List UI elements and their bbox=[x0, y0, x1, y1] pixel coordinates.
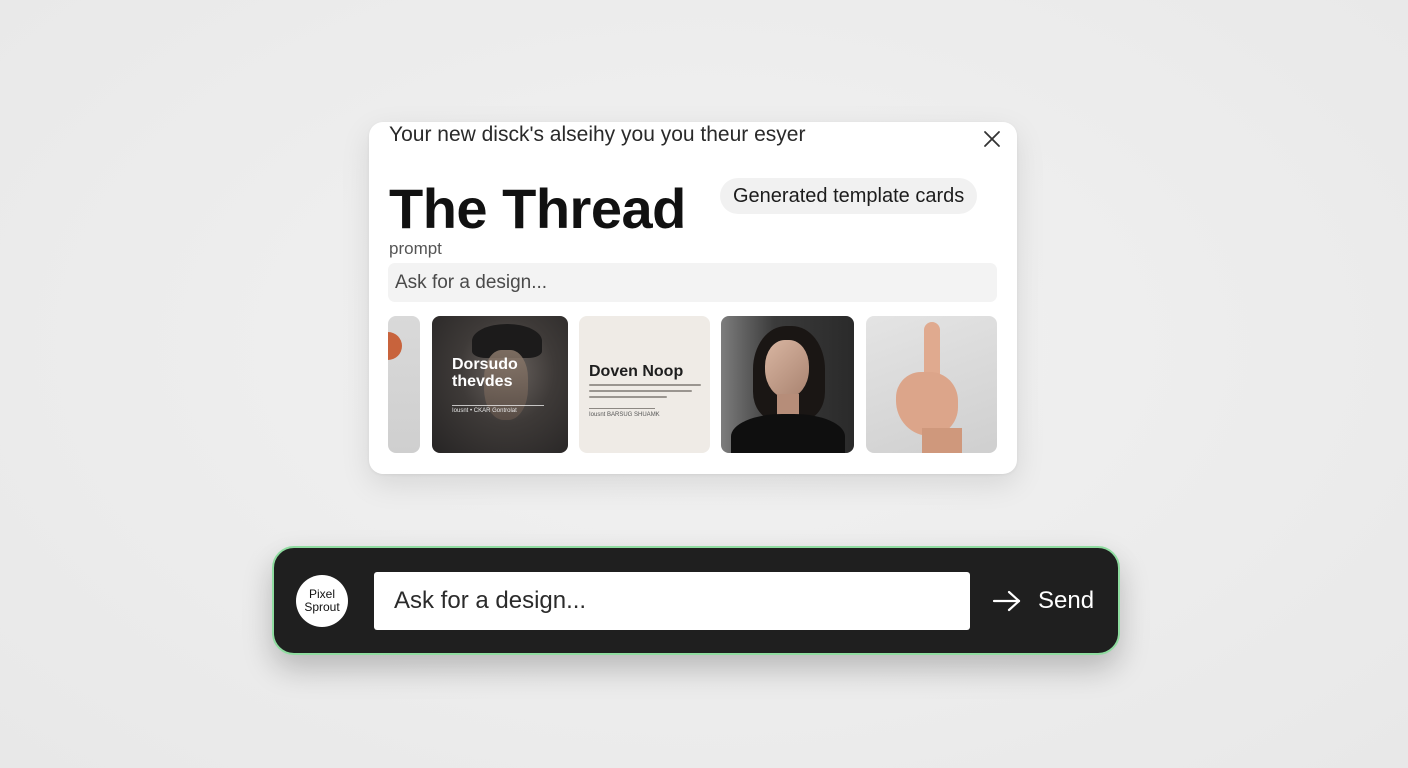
template-card-subtext: Iousnt BARSUG SHUAMK bbox=[589, 412, 660, 418]
canvas: Your new disck's alseihy you you theur e… bbox=[0, 0, 1408, 768]
divider bbox=[452, 405, 544, 406]
popup-title: The Thread bbox=[389, 177, 686, 240]
template-card-portrait[interactable] bbox=[721, 316, 854, 453]
portrait-neck bbox=[777, 394, 799, 416]
design-prompt-input[interactable] bbox=[374, 572, 970, 630]
wrist-graphic bbox=[922, 428, 962, 453]
template-card-hat-portrait[interactable]: Dorsudo thevdes Iousnt • CKAR Gontrolat bbox=[432, 316, 568, 453]
close-icon bbox=[984, 131, 1000, 147]
arrow-right-icon bbox=[992, 590, 1021, 612]
portrait-body bbox=[731, 414, 845, 453]
pixel-sprout-logo: Pixel Sprout bbox=[296, 575, 348, 627]
divider bbox=[589, 408, 655, 409]
template-card-heading: Doven Noop bbox=[589, 363, 684, 380]
template-card-text[interactable]: Doven Noop Iousnt BARSUG SHUAMK bbox=[579, 316, 710, 453]
popup-tagline: Your new disck's alseihy you you theur e… bbox=[389, 123, 806, 146]
send-button[interactable]: Send bbox=[992, 578, 1094, 624]
prompt-label: prompt bbox=[389, 239, 442, 258]
template-card-partial[interactable] bbox=[388, 316, 420, 453]
palm-graphic bbox=[896, 372, 958, 436]
send-label: Send bbox=[1038, 587, 1095, 614]
template-card-subtext: Iousnt • CKAR Gontrolat bbox=[452, 408, 517, 414]
template-card-heading: Dorsudo thevdes bbox=[452, 356, 518, 390]
text-lines-graphic bbox=[589, 384, 701, 402]
generated-template-cards-chip[interactable]: Generated template cards bbox=[720, 178, 978, 214]
composer-bar: Pixel Sprout Send bbox=[272, 546, 1120, 655]
close-button[interactable] bbox=[979, 126, 1005, 152]
orange-dot-graphic bbox=[388, 332, 402, 360]
template-card-hand[interactable] bbox=[866, 316, 997, 453]
popup-prompt-input[interactable] bbox=[388, 263, 997, 302]
template-popup: Your new disck's alseihy you you theur e… bbox=[369, 122, 1017, 474]
portrait-face bbox=[765, 340, 809, 398]
